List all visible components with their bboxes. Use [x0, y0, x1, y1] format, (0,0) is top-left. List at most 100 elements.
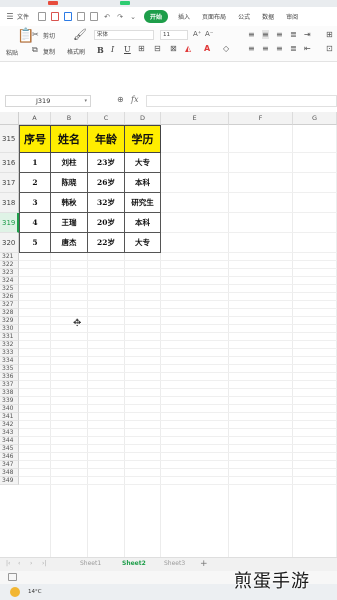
font-name-select[interactable]: 宋体	[94, 30, 154, 40]
function-icon[interactable]: fx	[131, 95, 138, 104]
sheet-tab-3[interactable]: Sheet3	[164, 560, 185, 567]
table-header-cell[interactable]: 序号	[19, 125, 51, 153]
outdent-icon[interactable]: ⇤	[304, 44, 311, 53]
column-header-a[interactable]: A	[19, 112, 51, 125]
align-justify-icon[interactable]: ≣	[290, 30, 297, 39]
strikethrough-icon[interactable]: ⊟	[154, 44, 161, 53]
font-grow-icon[interactable]: A⁺	[193, 30, 201, 38]
font-color-icon[interactable]: A	[204, 44, 210, 53]
wrap-text-icon[interactable]: ⊡	[326, 44, 333, 53]
hamburger-icon[interactable]: ☰	[4, 12, 16, 21]
table-cell[interactable]: 大专	[125, 233, 161, 253]
undo-icon[interactable]: ↶	[102, 12, 112, 22]
bold-button[interactable]: B	[97, 45, 104, 55]
align-right-icon[interactable]: ≡	[276, 44, 283, 53]
select-all-corner[interactable]	[0, 112, 19, 125]
font-size-select[interactable]: 11	[160, 30, 188, 40]
row-header-344[interactable]: 344	[0, 437, 19, 445]
row-header-345[interactable]: 345	[0, 445, 19, 453]
underline-button[interactable]: U	[124, 45, 131, 54]
file-menu[interactable]: 文件	[17, 12, 29, 21]
row-header-325[interactable]: 325	[0, 285, 19, 293]
row-header-334[interactable]: 334	[0, 357, 19, 365]
eraser-icon[interactable]: ◇	[223, 44, 229, 53]
row-header-335[interactable]: 335	[0, 365, 19, 373]
row-header-318[interactable]: 318	[0, 193, 19, 213]
table-header-cell[interactable]: 学历	[125, 125, 161, 153]
next-sheet-icon[interactable]: ›	[30, 560, 32, 567]
table-cell[interactable]: 本科	[125, 173, 161, 193]
cut-button[interactable]: 剪切	[43, 31, 55, 40]
column-header-b[interactable]: B	[51, 112, 88, 125]
table-header-cell[interactable]: 姓名	[51, 125, 88, 153]
print-icon[interactable]	[76, 12, 86, 22]
preview-icon[interactable]	[89, 12, 99, 22]
row-header-343[interactable]: 343	[0, 429, 19, 437]
fill-color-icon[interactable]: ⊠	[170, 44, 177, 53]
align-left-icon[interactable]: ≡	[248, 44, 255, 53]
row-header-320[interactable]: 320	[0, 233, 19, 253]
align-center-icon[interactable]: ≡	[262, 44, 269, 53]
tab-review[interactable]: 审阅	[282, 12, 302, 21]
macro-record-icon[interactable]	[8, 573, 17, 581]
table-cell[interactable]: 4	[19, 213, 51, 233]
align-top-icon[interactable]: ≡	[248, 30, 255, 39]
row-header-331[interactable]: 331	[0, 333, 19, 341]
zoom-magnifier-icon[interactable]: ⊕	[117, 95, 124, 104]
row-header-316[interactable]: 316	[0, 153, 19, 173]
formula-input[interactable]	[146, 95, 337, 107]
table-cell[interactable]: 1	[19, 153, 51, 173]
table-cell[interactable]: 大专	[125, 153, 161, 173]
row-header-341[interactable]: 341	[0, 413, 19, 421]
table-header-cell[interactable]: 年龄	[88, 125, 125, 153]
row-header-317[interactable]: 317	[0, 173, 19, 193]
table-cell[interactable]: 研究生	[125, 193, 161, 213]
column-header-e[interactable]: E	[161, 112, 229, 125]
border-icon[interactable]: ⊞	[138, 44, 145, 53]
name-box[interactable]: J319 ▾	[5, 95, 91, 107]
row-header-346[interactable]: 346	[0, 453, 19, 461]
first-sheet-icon[interactable]: |‹	[6, 560, 10, 567]
row-header-329[interactable]: 329	[0, 317, 19, 325]
tab-page-layout[interactable]: 页面布局	[198, 12, 230, 21]
redo-icon[interactable]: ↷	[115, 12, 125, 22]
table-cell[interactable]: 王瑞	[51, 213, 88, 233]
row-header-349[interactable]: 349	[0, 477, 19, 485]
save-icon[interactable]	[63, 12, 73, 22]
table-cell[interactable]: 2	[19, 173, 51, 193]
row-header-321[interactable]: 321	[0, 253, 19, 261]
font-shrink-icon[interactable]: A⁻	[205, 30, 213, 38]
row-header-324[interactable]: 324	[0, 277, 19, 285]
row-header-322[interactable]: 322	[0, 261, 19, 269]
row-header-327[interactable]: 327	[0, 301, 19, 309]
row-header-333[interactable]: 333	[0, 349, 19, 357]
row-header-339[interactable]: 339	[0, 397, 19, 405]
indent-icon[interactable]: ⇥	[304, 30, 311, 39]
new-doc-icon[interactable]	[37, 12, 47, 22]
row-header-328[interactable]: 328	[0, 309, 19, 317]
table-cell[interactable]: 32岁	[88, 193, 125, 213]
paste-button[interactable]: 粘贴	[6, 48, 18, 57]
distribute-icon[interactable]: ≣	[290, 44, 297, 53]
add-sheet-button[interactable]: +	[200, 559, 208, 569]
tab-insert[interactable]: 插入	[174, 12, 194, 21]
copy-icon[interactable]: ⧉	[32, 45, 38, 55]
row-header-326[interactable]: 326	[0, 293, 19, 301]
table-cell[interactable]: 刘柱	[51, 153, 88, 173]
align-bottom-icon[interactable]: ≡	[276, 30, 283, 39]
row-header-315[interactable]: 315	[0, 125, 19, 153]
chevron-down-icon[interactable]: ▾	[84, 96, 87, 106]
table-cell[interactable]: 唐杰	[51, 233, 88, 253]
row-header-319[interactable]: 319	[0, 213, 19, 233]
table-cell[interactable]: 22岁	[88, 233, 125, 253]
prev-sheet-icon[interactable]: ‹	[18, 560, 20, 567]
tab-home[interactable]: 开始	[144, 10, 169, 23]
format-painter-button[interactable]: 格式刷	[67, 47, 85, 56]
format-painter-icon[interactable]: 🖌	[73, 28, 87, 41]
tab-formulas[interactable]: 公式	[234, 12, 254, 21]
align-middle-icon[interactable]: ≡	[262, 30, 269, 39]
table-cell[interactable]: 本科	[125, 213, 161, 233]
row-header-338[interactable]: 338	[0, 389, 19, 397]
row-header-347[interactable]: 347	[0, 461, 19, 469]
table-cell[interactable]: 韩秋	[51, 193, 88, 213]
